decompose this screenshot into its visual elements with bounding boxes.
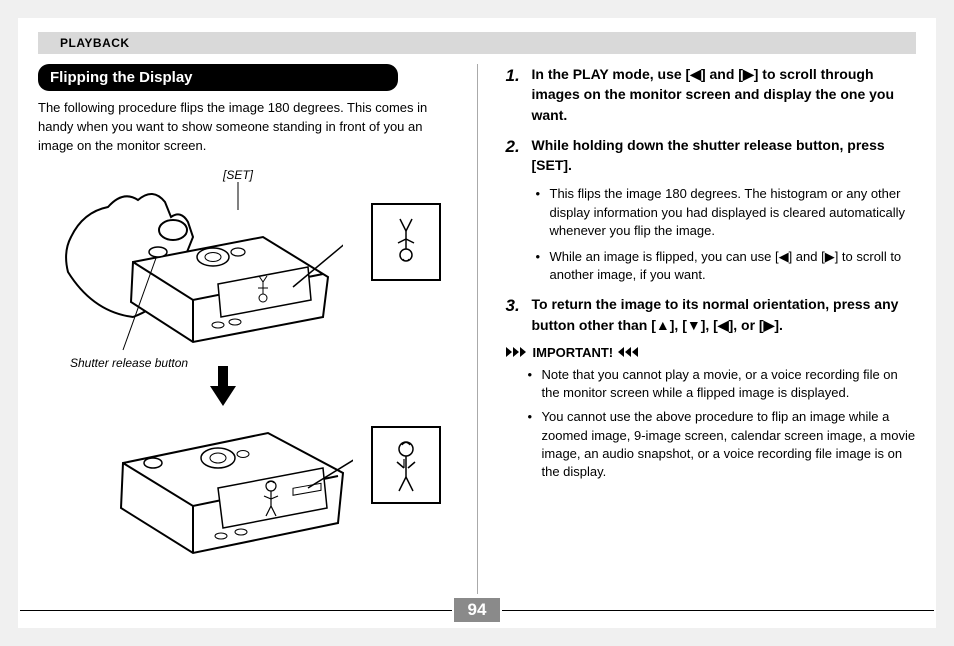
bullet-text: This flips the image 180 degrees. The hi… <box>550 185 917 240</box>
right-column: 1. In the PLAY mode, use [◀] and [▶] to … <box>498 64 917 594</box>
arrow-down-icon <box>210 366 236 406</box>
step-text: To return the image to its normal orient… <box>532 294 917 335</box>
bullet-dot-icon: • <box>528 408 536 481</box>
step-text: While holding down the shutter release b… <box>532 135 917 176</box>
step-text: In the PLAY mode, use [◀] and [▶] to scr… <box>532 64 917 125</box>
flipped-person-icon <box>386 214 426 269</box>
footer-rule <box>20 610 452 611</box>
step-number: 3. <box>506 294 524 335</box>
diagram-area: [SET] Shutter release button <box>38 168 449 568</box>
step-number: 2. <box>506 135 524 176</box>
camera-bottom-illustration <box>113 408 353 558</box>
bullet-item: • You cannot use the above procedure to … <box>528 408 917 481</box>
bullet-dot-icon: • <box>536 248 544 284</box>
document-page: PLAYBACK Flipping the Display The follow… <box>18 18 936 628</box>
page-footer: 94 <box>18 598 936 622</box>
bullet-dot-icon: • <box>536 185 544 240</box>
step-2-bullets: • This flips the image 180 degrees. The … <box>536 185 917 284</box>
caption-set-label: [SET] <box>223 168 253 182</box>
triangle-right-icon <box>506 345 528 360</box>
header-text: PLAYBACK <box>60 36 130 50</box>
bullet-item: • Note that you cannot play a movie, or … <box>528 366 917 402</box>
section-title: Flipping the Display <box>38 64 398 91</box>
step-number: 1. <box>506 64 524 125</box>
bullet-item: • This flips the image 180 degrees. The … <box>536 185 917 240</box>
triangle-left-icon <box>618 345 640 360</box>
content-columns: Flipping the Display The following proce… <box>38 64 916 594</box>
important-heading: IMPORTANT! <box>506 345 917 360</box>
bullet-dot-icon: • <box>528 366 536 402</box>
important-label: IMPORTANT! <box>533 345 614 360</box>
bullet-text: While an image is flipped, you can use [… <box>550 248 917 284</box>
footer-rule <box>502 610 934 611</box>
step-1: 1. In the PLAY mode, use [◀] and [▶] to … <box>506 64 917 125</box>
step-2: 2. While holding down the shutter releas… <box>506 135 917 176</box>
left-column: Flipping the Display The following proce… <box>38 64 457 594</box>
callout-box-bottom <box>371 426 441 504</box>
bullet-text: You cannot use the above procedure to fl… <box>542 408 917 481</box>
camera-top-illustration <box>63 182 343 352</box>
important-bullets: • Note that you cannot play a movie, or … <box>528 366 917 481</box>
step-3: 3. To return the image to its normal ori… <box>506 294 917 335</box>
section-header: PLAYBACK <box>38 32 916 54</box>
bullet-item: • While an image is flipped, you can use… <box>536 248 917 284</box>
caption-shutter-label: Shutter release button <box>70 356 188 370</box>
page-number: 94 <box>454 598 501 622</box>
callout-box-top <box>371 203 441 281</box>
column-divider <box>477 64 478 594</box>
intro-text: The following procedure flips the image … <box>38 99 449 156</box>
bullet-text: Note that you cannot play a movie, or a … <box>542 366 917 402</box>
person-icon <box>386 435 426 495</box>
